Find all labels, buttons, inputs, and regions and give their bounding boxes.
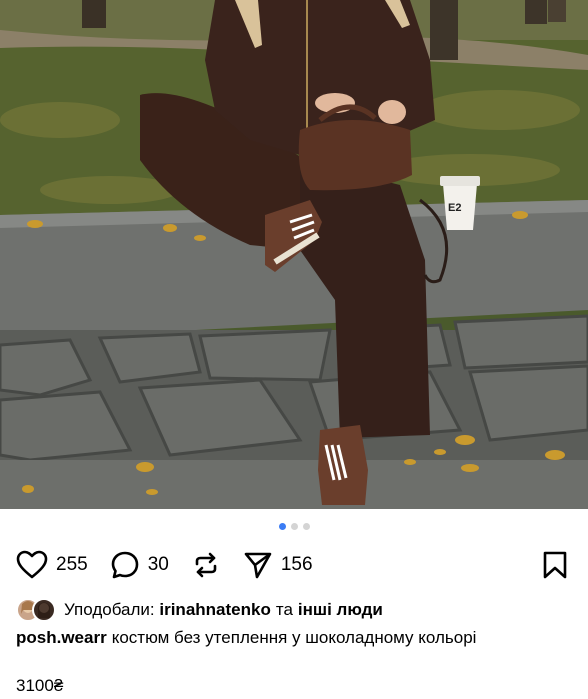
like-count: 255 bbox=[56, 554, 88, 575]
action-bar: 255 30 156 bbox=[16, 548, 572, 582]
repost-button[interactable] bbox=[191, 550, 221, 580]
post-photo[interactable]: E2 bbox=[0, 0, 588, 509]
share-count: 156 bbox=[280, 554, 313, 575]
liked-by-conjunction: та bbox=[275, 600, 293, 619]
carousel-dot bbox=[302, 523, 310, 530]
caption-username[interactable]: posh.wearr bbox=[16, 628, 107, 647]
send-icon bbox=[244, 552, 272, 579]
carousel-dot-active bbox=[278, 523, 286, 530]
carousel-indicator bbox=[0, 523, 588, 530]
share-button[interactable]: 156 bbox=[243, 550, 313, 580]
caption-price: 3100₴ bbox=[16, 676, 64, 695]
liked-by[interactable]: Уподобали: irinahnatenko та інші люди bbox=[16, 598, 576, 622]
like-button[interactable]: 255 bbox=[16, 550, 88, 580]
comment-bubble-icon bbox=[111, 551, 139, 579]
post-photo-illustration: E2 bbox=[0, 0, 588, 509]
svg-text:E2: E2 bbox=[448, 202, 461, 214]
carousel-dot bbox=[290, 523, 298, 530]
liker-avatars bbox=[16, 598, 60, 622]
post-caption: posh.wearr костюм без утеплення у шоколад… bbox=[16, 626, 576, 650]
repost-icon bbox=[195, 552, 217, 578]
caption-text: костюм без утеплення у шоколадному кольо… bbox=[111, 628, 477, 647]
save-button[interactable] bbox=[542, 551, 568, 584]
avatar bbox=[32, 598, 56, 622]
heart-icon bbox=[16, 550, 48, 579]
comment-count: 30 bbox=[147, 554, 169, 575]
liked-by-user[interactable]: irinahnatenko bbox=[159, 600, 270, 620]
liked-by-others[interactable]: інші люди bbox=[298, 600, 383, 620]
comment-button[interactable]: 30 bbox=[110, 550, 169, 580]
bookmark-icon bbox=[543, 551, 567, 579]
liked-by-prefix: Уподобали: bbox=[64, 600, 155, 619]
